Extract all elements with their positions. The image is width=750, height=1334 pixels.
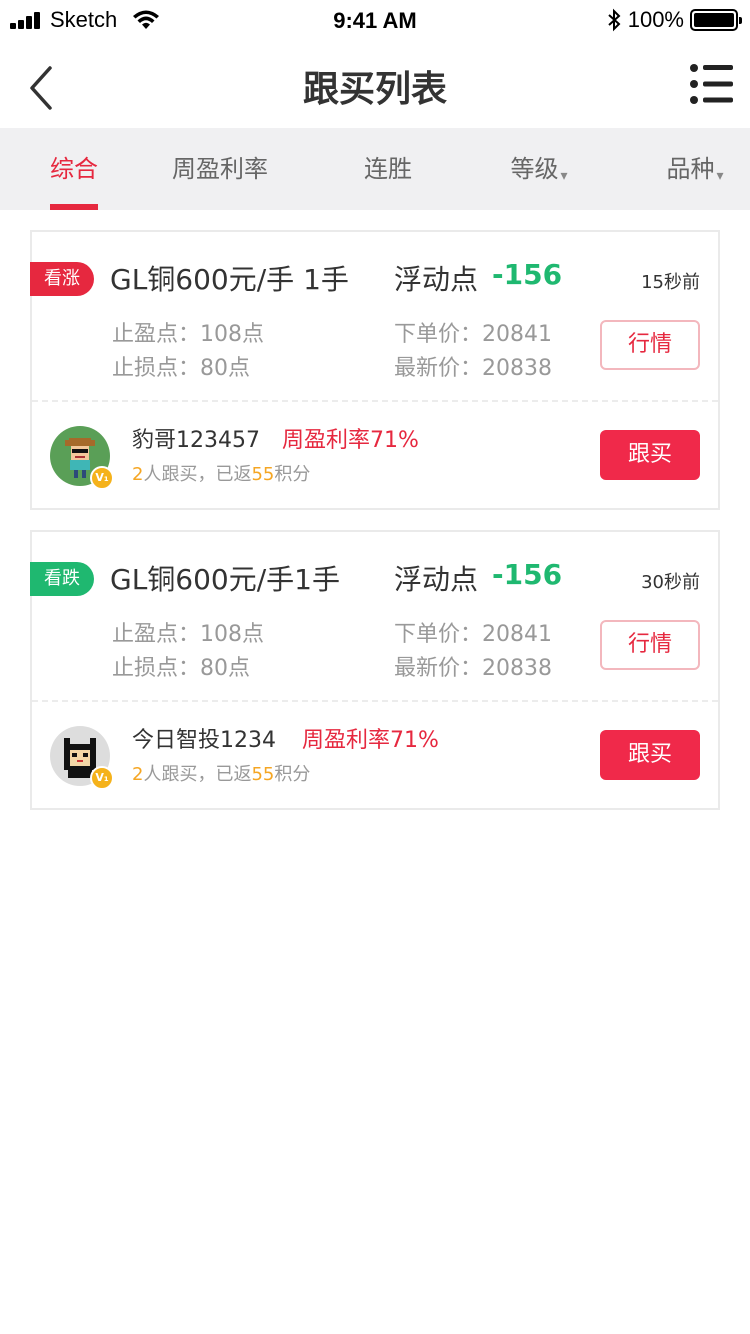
follow-card: 看跌 GL铜600元/手1手 浮动点 -156 30秒前 止盈点：108点 止损…	[30, 530, 720, 810]
dropdown-arrow-icon: ▾	[560, 168, 568, 184]
card-trade-info: 看跌 GL铜600元/手1手 浮动点 -156 30秒前 止盈点：108点 止损…	[30, 532, 718, 700]
tab-level[interactable]: 等级 ▾	[496, 128, 582, 210]
followers-text: 人跟买，已返	[143, 764, 252, 785]
stop-loss: 止损点：80点	[112, 656, 250, 681]
weekly-rate: 周盈利率71%	[282, 428, 419, 453]
follow-buy-button[interactable]: 跟买	[600, 430, 700, 480]
dashed-divider	[32, 700, 718, 702]
take-profit: 止盈点：108点	[112, 622, 264, 647]
bluetooth-icon	[608, 8, 621, 32]
tab-weekly-rate[interactable]: 周盈利率	[160, 128, 280, 210]
followers-text: 人跟买，已返	[143, 464, 252, 485]
dashed-divider	[32, 400, 718, 402]
float-label: 浮动点	[394, 263, 479, 296]
tab-win-streak[interactable]: 连胜	[350, 128, 426, 210]
follow-info: 2人跟买，已返55积分	[132, 460, 310, 486]
stop-loss: 止损点：80点	[112, 356, 250, 381]
follow-info: 2人跟买，已返55积分	[132, 760, 310, 786]
float-value: -156	[492, 258, 563, 291]
card-trade-info: 看涨 GL铜600元/手 1手 浮动点 -156 15秒前 止盈点：108点 止…	[30, 232, 718, 400]
follow-buy-button[interactable]: 跟买	[600, 730, 700, 780]
points-value: 55	[251, 464, 275, 485]
direction-badge: 看跌	[30, 562, 94, 596]
dropdown-arrow-icon: ▾	[716, 168, 724, 184]
pixel-boy-avatar[interactable]: V₁	[50, 426, 114, 490]
battery-icon	[690, 9, 742, 31]
weekly-rate: 周盈利率71%	[302, 728, 439, 753]
followers-count: 2	[132, 464, 144, 485]
tab-variety[interactable]: 品种 ▾	[652, 128, 738, 210]
nav-bar: 跟买列表	[0, 40, 750, 128]
tab-label: 等级	[510, 155, 559, 183]
tab-comprehensive[interactable]: 综合	[40, 128, 108, 210]
points-value: 55	[251, 764, 275, 785]
status-bar: Sketch 9:41 AM 100%	[0, 0, 750, 40]
vip-badge-icon: V₁	[90, 466, 114, 490]
vip-badge-icon: V₁	[90, 766, 114, 790]
float-label: 浮动点	[394, 563, 479, 596]
page-title: 跟买列表	[302, 69, 447, 110]
float-value: -156	[492, 558, 563, 591]
follow-card: 看涨 GL铜600元/手 1手 浮动点 -156 15秒前 止盈点：108点 止…	[30, 230, 720, 510]
tab-label: 综合	[50, 155, 98, 183]
tab-label: 周盈利率	[172, 155, 268, 183]
latest-price: 最新价：20838	[394, 656, 552, 681]
battery-percent: 100%	[627, 7, 684, 32]
filter-tabs: 综合 周盈利率 连胜 等级 ▾ 品种 ▾	[0, 128, 750, 210]
followers-count: 2	[132, 764, 144, 785]
latest-price: 最新价：20838	[394, 356, 552, 381]
username[interactable]: 豹哥123457	[132, 422, 260, 454]
order-price: 下单价：20841	[394, 322, 552, 347]
active-tab-indicator	[50, 204, 98, 210]
time-ago: 30秒前	[641, 572, 700, 593]
take-profit: 止盈点：108点	[112, 322, 264, 347]
list-menu-icon[interactable]	[688, 60, 736, 108]
tab-label: 连胜	[364, 155, 412, 183]
market-button[interactable]: 行情	[600, 320, 700, 370]
tab-label: 品种	[666, 155, 715, 183]
market-button[interactable]: 行情	[600, 620, 700, 670]
username[interactable]: 今日智投1234	[132, 722, 276, 754]
direction-badge: 看涨	[30, 262, 94, 296]
product-name: GL铜600元/手1手	[110, 563, 340, 596]
order-price: 下单价：20841	[394, 622, 552, 647]
points-unit: 积分	[274, 764, 311, 785]
time-ago: 15秒前	[641, 272, 700, 293]
pixel-cat-avatar[interactable]: V₁	[50, 726, 114, 790]
product-name: GL铜600元/手 1手	[110, 263, 349, 296]
points-unit: 积分	[274, 464, 311, 485]
